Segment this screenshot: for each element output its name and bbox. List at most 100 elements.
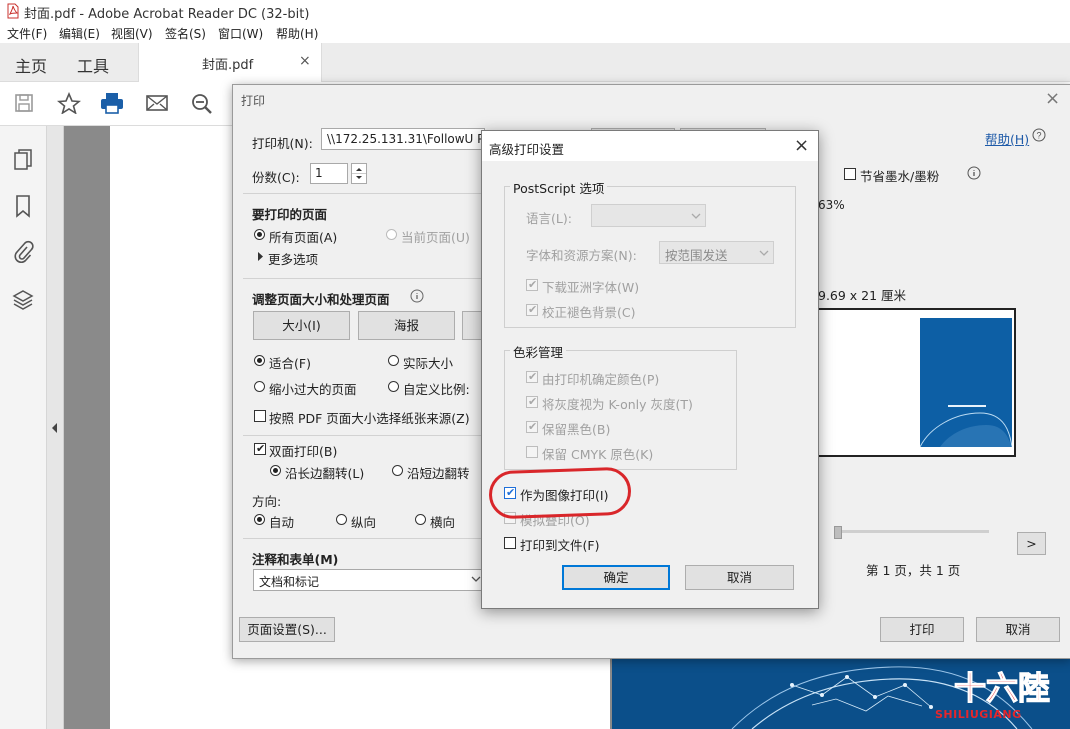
printer-color-checkbox[interactable]: ✔	[526, 370, 538, 383]
layers-icon[interactable]	[12, 288, 34, 312]
panel-toggle[interactable]	[47, 126, 64, 729]
printer-label: 打印机(N):	[252, 136, 313, 151]
all-pages-label: 所有页面(A)	[269, 230, 338, 245]
page-slider-thumb[interactable]	[834, 526, 842, 539]
language-label: 语言(L):	[526, 211, 572, 226]
close-icon[interactable]: ×	[1045, 88, 1060, 109]
info-icon[interactable]	[967, 166, 981, 180]
menu-sign[interactable]: 签名(S)	[165, 25, 206, 42]
menu-help[interactable]: 帮助(H)	[276, 25, 318, 42]
star-icon[interactable]	[57, 92, 81, 114]
page-slider-track[interactable]	[834, 530, 989, 533]
orient-auto-radio[interactable]	[254, 514, 265, 525]
page-thumbnails-icon[interactable]	[12, 148, 34, 172]
all-pages-radio[interactable]	[254, 229, 265, 240]
watermark-subtext: SHILIUGIANG	[935, 708, 1022, 721]
acrobat-icon	[6, 3, 20, 19]
gray-konly-label: 将灰度视为 K-only 灰度(T)	[542, 397, 693, 412]
download-asian-fonts-checkbox[interactable]: ✔	[526, 278, 538, 291]
zoom-out-icon[interactable]	[190, 92, 214, 114]
print-to-file-checkbox[interactable]	[504, 537, 516, 549]
flip-short-label: 沿短边翻转	[407, 466, 470, 481]
menu-window[interactable]: 窗口(W)	[218, 25, 263, 42]
email-icon[interactable]	[145, 92, 169, 114]
help-link[interactable]: 帮助(H)	[985, 129, 1029, 148]
chevron-down-icon[interactable]	[471, 576, 481, 583]
tab-document[interactable]: 封面.pdf ×	[138, 43, 322, 82]
next-page-button[interactable]: >	[1017, 532, 1046, 555]
custom-scale-radio[interactable]	[388, 381, 399, 392]
menu-view[interactable]: 视图(V)	[111, 25, 153, 42]
fit-label: 适合(F)	[269, 356, 311, 371]
page-counter: 第 1 页，共 1 页	[866, 563, 961, 578]
copies-label: 份数(C):	[252, 170, 300, 185]
shrink-radio[interactable]	[254, 381, 265, 392]
bookmark-icon[interactable]	[12, 194, 34, 218]
keep-cmyk-checkbox[interactable]	[526, 446, 538, 458]
copies-input[interactable]: 1	[310, 163, 348, 184]
save-icon[interactable]	[13, 92, 35, 114]
print-to-file-label: 打印到文件(F)	[520, 538, 600, 553]
copies-stepper[interactable]	[351, 163, 367, 184]
keep-black-checkbox[interactable]: ✔	[526, 420, 538, 433]
comments-section-title: 注释和表单(M)	[252, 552, 339, 567]
pages-section-title: 要打印的页面	[252, 207, 328, 222]
duplex-label: 双面打印(B)	[269, 444, 338, 459]
fit-radio[interactable]	[254, 355, 265, 366]
separator	[243, 193, 489, 194]
page-setup-button[interactable]: 页面设置(S)...	[239, 617, 335, 642]
printer-select[interactable]: \\172.25.131.31\FollowU Prin	[321, 128, 485, 150]
custom-scale-label: 自定义比例:	[403, 382, 470, 397]
tab-close-icon[interactable]: ×	[299, 53, 311, 69]
flip-long-radio[interactable]	[270, 465, 281, 476]
comments-select[interactable]: 文档和标记	[253, 569, 489, 591]
flip-short-radio[interactable]	[392, 465, 403, 476]
print-button[interactable]: 打印	[880, 617, 964, 642]
orientation-label: 方向:	[252, 494, 282, 509]
poster-button[interactable]: 海报	[358, 311, 455, 340]
save-ink-checkbox[interactable]	[844, 168, 856, 180]
tab-tools[interactable]: 工具	[77, 53, 109, 77]
info-icon[interactable]	[410, 289, 424, 303]
orient-landscape-radio[interactable]	[415, 514, 426, 525]
correct-bg-checkbox[interactable]: ✔	[526, 303, 538, 316]
separator	[243, 435, 489, 436]
size-button[interactable]: 大小(I)	[253, 311, 350, 340]
svg-text:十六陸: 十六陸	[954, 669, 1050, 707]
language-select[interactable]	[591, 204, 706, 227]
cancel-button[interactable]: 取消	[976, 617, 1060, 642]
advanced-print-dialog: 高级打印设置 × PostScript 选项 语言(L): 字体和资源方案(N)…	[481, 130, 819, 609]
orient-portrait-radio[interactable]	[336, 514, 347, 525]
svg-text:?: ?	[1036, 131, 1041, 141]
menu-file[interactable]: 文件(F)	[7, 25, 47, 42]
tab-home[interactable]: 主页	[15, 53, 47, 77]
font-policy-select[interactable]: 按范围发送	[659, 241, 774, 264]
actual-size-radio[interactable]	[388, 355, 399, 366]
left-panel	[0, 126, 47, 729]
ok-button[interactable]: 确定	[562, 565, 670, 590]
postscript-group-title: PostScript 选项	[510, 178, 608, 197]
close-icon[interactable]: ×	[794, 135, 809, 156]
attachment-icon[interactable]	[12, 240, 34, 264]
paper-source-checkbox[interactable]	[254, 410, 266, 422]
paper-source-label: 按照 PDF 页面大小选择纸张来源(Z)	[269, 411, 470, 426]
highlight-oval	[488, 466, 632, 520]
keep-black-label: 保留黑色(B)	[542, 422, 611, 437]
help-icon[interactable]: ?	[1032, 128, 1046, 142]
cancel-button[interactable]: 取消	[685, 565, 794, 590]
chevron-down-icon	[691, 213, 701, 220]
shrink-label: 缩小过大的页面	[269, 382, 357, 397]
collapse-arrow-icon[interactable]	[50, 422, 59, 434]
actual-size-label: 实际大小	[403, 356, 454, 371]
separator	[243, 538, 489, 539]
duplex-checkbox[interactable]: ✔	[254, 442, 266, 455]
preview-cover-thumbnail	[920, 318, 1012, 447]
font-policy-value: 按范围发送	[665, 248, 728, 263]
menu-edit[interactable]: 编辑(E)	[59, 25, 100, 42]
watermark-logo: 十六陸	[938, 665, 1066, 707]
print-icon[interactable]	[100, 92, 124, 114]
current-page-radio[interactable]	[386, 229, 397, 240]
more-options-link[interactable]: 更多选项	[268, 249, 318, 268]
gray-konly-checkbox[interactable]: ✔	[526, 395, 538, 408]
expand-arrow-icon[interactable]	[257, 252, 264, 261]
